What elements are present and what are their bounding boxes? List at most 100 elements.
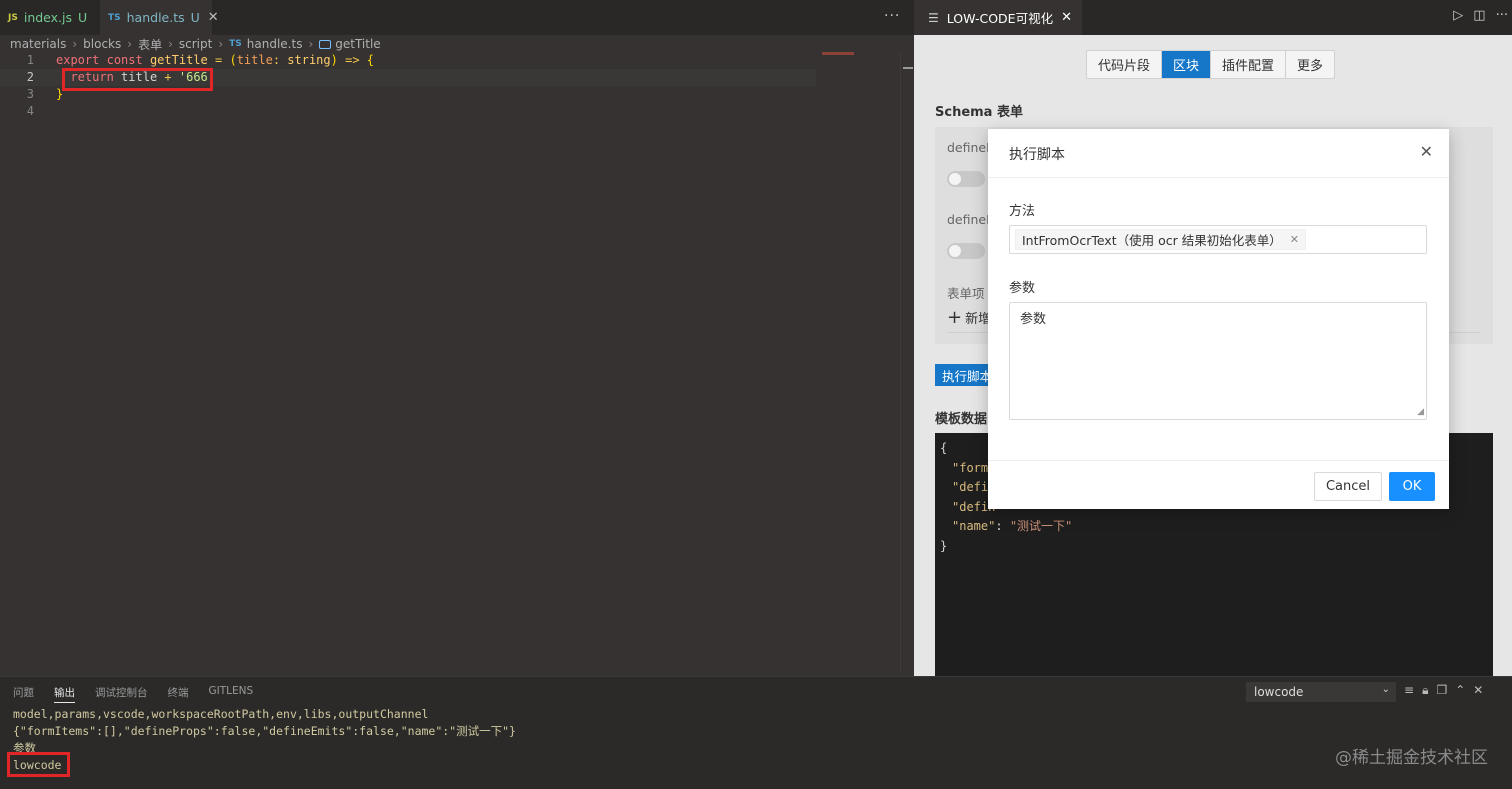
code-line: 4: [0, 103, 900, 120]
more-actions-icon[interactable]: ···: [884, 8, 900, 24]
segment-snippets[interactable]: 代码片段: [1087, 51, 1163, 78]
editor-tab-bar: JS index.js U TS handle.ts U ✕ ···: [0, 0, 914, 35]
field-label: defineE: [947, 212, 995, 227]
tab-label: index.js: [23, 10, 73, 25]
run-icon[interactable]: ▷: [1453, 8, 1463, 23]
line-number: 4: [26, 104, 34, 118]
webview: 代码片段 区块 插件配置 更多 Schema 表单 defineP define…: [914, 35, 1512, 676]
split-editor-icon[interactable]: ◫: [1473, 8, 1485, 23]
segment-more[interactable]: 更多: [1286, 51, 1334, 78]
params-textarea[interactable]: 参数 ◢: [1009, 302, 1427, 420]
close-icon[interactable]: ✕: [1290, 233, 1299, 246]
close-icon[interactable]: ✕: [1420, 142, 1433, 161]
method-label: 方法: [1009, 204, 1036, 219]
add-item-button[interactable]: + 新增: [947, 308, 991, 327]
toggle-knob: [949, 245, 961, 257]
resize-handle-icon[interactable]: ◢: [1417, 407, 1424, 417]
js-file-icon: JS: [8, 12, 18, 23]
close-icon[interactable]: ✕: [1061, 10, 1072, 25]
log-line: 参数: [13, 741, 36, 755]
selected-method-tag: IntFromOcrText（使用 ocr 结果初始化表单） ✕: [1015, 229, 1306, 250]
breadcrumb: materials › blocks › 表单 › script › TS handle.…: [10, 36, 381, 52]
breadcrumb-item[interactable]: blocks: [83, 37, 121, 51]
field-label: 表单项: [947, 286, 985, 301]
dialog-footer: Cancel OK: [988, 460, 1449, 509]
breadcrumb-item[interactable]: 表单: [138, 36, 162, 53]
section-title: Schema 表单: [935, 105, 1023, 120]
copy-icon[interactable]: ❐: [1436, 683, 1447, 698]
panel-tab-bar: ☰ LOW-CODE可视化 ✕ ▷ ◫ ···: [914, 0, 1512, 35]
bottom-panel-actions: ≡ 🔒︎ ❐ ⌃ ✕: [1404, 683, 1483, 698]
bottom-panel-tabs: 问题 输出 调试控制台 终端 GITLENS: [13, 685, 273, 703]
watermark: @稀土掘金技术社区: [1335, 748, 1488, 768]
dialog-header: 执行脚本 ✕: [988, 129, 1449, 178]
tab-gitlens[interactable]: GITLENS: [209, 685, 254, 703]
tab-handle-ts[interactable]: TS handle.ts U ✕: [100, 0, 219, 35]
chevron-right-icon: ›: [168, 37, 173, 51]
clear-output-icon[interactable]: ≡: [1404, 683, 1414, 698]
overview-ruler[interactable]: [900, 52, 914, 672]
code-editor[interactable]: JS index.js U TS handle.ts U ✕ ··· mater…: [0, 0, 914, 676]
segment-plugin-config[interactable]: 插件配置: [1211, 51, 1287, 78]
section-title: 模板数据: [935, 412, 988, 427]
breadcrumb-item[interactable]: getTitle: [335, 37, 380, 51]
close-icon[interactable]: ✕: [208, 10, 219, 25]
code-line: 1 export const getTitle = (title: string…: [0, 52, 900, 69]
close-icon[interactable]: ✕: [1473, 683, 1483, 698]
panel-actions: ▷ ◫ ···: [1453, 8, 1508, 23]
execute-script-dialog: 执行脚本 ✕ 方法 IntFromOcrText（使用 ocr 结果初始化表单）…: [988, 129, 1449, 509]
toggle-knob: [949, 173, 961, 185]
tab-problems[interactable]: 问题: [13, 685, 34, 703]
menu-icon: ☰: [928, 10, 939, 25]
output-log: model,params,vscode,workspaceRootPath,en…: [13, 706, 516, 774]
tab-status: U: [78, 10, 88, 25]
chevron-right-icon: ›: [127, 37, 133, 51]
params-label: 参数: [1009, 281, 1036, 296]
method-select[interactable]: IntFromOcrText（使用 ocr 结果初始化表单） ✕: [1009, 225, 1427, 254]
tab-index-js[interactable]: JS index.js U: [0, 0, 100, 35]
chevron-up-icon[interactable]: ⌃: [1455, 683, 1465, 698]
ok-button[interactable]: OK: [1389, 472, 1435, 501]
define-props-toggle[interactable]: [947, 171, 985, 187]
chevron-down-icon: ⌄: [1381, 684, 1390, 695]
field-label: defineP: [947, 140, 994, 155]
chevron-right-icon: ›: [72, 37, 78, 51]
line-number: 3: [26, 87, 34, 101]
segmented-control: 代码片段 区块 插件配置 更多: [1086, 50, 1336, 79]
dialog-title: 执行脚本: [1009, 147, 1065, 163]
breadcrumb-item[interactable]: materials: [10, 37, 66, 51]
tab-lowcode[interactable]: ☰ LOW-CODE可视化 ✕: [914, 0, 1082, 35]
line-content: export const getTitle = (title: string) …: [56, 53, 375, 67]
tab-output[interactable]: 输出: [54, 685, 75, 703]
tab-status: U: [190, 10, 200, 25]
segment-blocks[interactable]: 区块: [1162, 51, 1212, 78]
method-symbol-icon: [319, 39, 332, 49]
code-line: }: [940, 538, 948, 553]
log-line: model,params,vscode,workspaceRootPath,en…: [13, 707, 429, 721]
tab-terminal[interactable]: 终端: [168, 685, 189, 703]
chevron-right-icon: ›: [218, 37, 224, 51]
chevron-right-icon: ›: [308, 37, 314, 51]
output-channel-select[interactable]: lowcode ⌄: [1246, 682, 1396, 702]
lowcode-panel: ☰ LOW-CODE可视化 ✕ ▷ ◫ ··· 代码片段 区块 插件配置 更多 …: [914, 0, 1512, 676]
channel-value: lowcode: [1254, 685, 1304, 699]
ts-file-icon: TS: [229, 39, 242, 49]
params-value: 参数: [1020, 312, 1047, 327]
breadcrumb-item[interactable]: script: [179, 37, 212, 51]
ruler-mark: [903, 67, 913, 69]
cancel-button[interactable]: Cancel: [1314, 472, 1382, 501]
tag-label: IntFromOcrText（使用 ocr 结果初始化表单）: [1022, 233, 1282, 248]
tab-debug-console[interactable]: 调试控制台: [95, 685, 148, 703]
more-actions-icon[interactable]: ···: [1496, 8, 1508, 23]
define-emits-toggle[interactable]: [947, 243, 985, 259]
log-line: {"formItems":[],"defineProps":false,"def…: [13, 724, 516, 738]
tab-label: LOW-CODE可视化: [946, 11, 1054, 26]
log-line: lowcode: [13, 758, 62, 772]
breadcrumb-item[interactable]: handle.ts: [247, 37, 303, 51]
line-number: 1: [26, 53, 34, 67]
plus-icon: +: [947, 306, 963, 328]
bottom-panel: 问题 输出 调试控制台 终端 GITLENS lowcode ⌄ ≡ 🔒︎ ❐ …: [0, 676, 1512, 789]
lock-icon[interactable]: 🔒︎: [1422, 683, 1428, 698]
highlight-box: [62, 68, 213, 91]
tab-label: handle.ts: [126, 10, 185, 25]
